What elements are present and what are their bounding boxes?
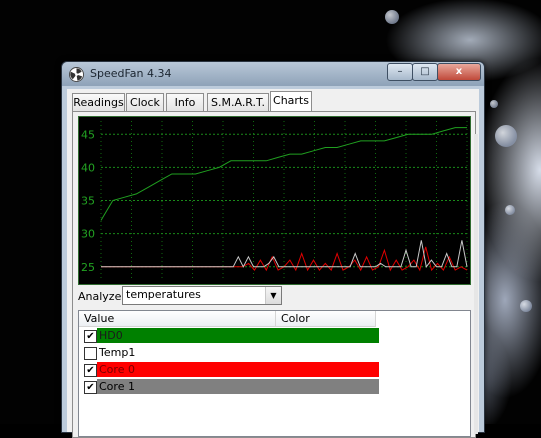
checkbox[interactable]: ✔	[84, 364, 97, 377]
window-client-area: Readings Clock Info S.M.A.R.T. Charts 45…	[67, 89, 479, 438]
tab-label: Clock	[130, 96, 160, 109]
charts-panel: 45 40 35 30 25 Analyze temperatures ▼ Value …	[72, 111, 476, 438]
y-tick-label: 30	[81, 228, 95, 241]
list-item[interactable]: Temp1	[79, 345, 470, 361]
tab-smart[interactable]: S.M.A.R.T.	[207, 93, 269, 112]
tab-label: Charts	[273, 94, 309, 107]
tab-label: Info	[174, 96, 196, 109]
fan-icon	[69, 67, 84, 82]
sensor-label: HD0	[97, 328, 379, 343]
tab-clock[interactable]: Clock	[126, 93, 164, 112]
minimize-icon: –	[397, 66, 403, 77]
column-label: Value	[84, 312, 115, 325]
list-item[interactable]: ✔ HD0	[79, 328, 470, 344]
list-header: Value Color	[79, 311, 470, 327]
analyze-label: Analyze	[78, 290, 122, 303]
list-item[interactable]: ✔ Core 0	[79, 362, 470, 378]
water-drop	[490, 100, 498, 108]
sensor-label: Core 0	[97, 362, 379, 377]
chart-canvas: 45 40 35 30 25	[81, 121, 468, 280]
tab-charts[interactable]: Charts	[270, 91, 312, 113]
window-edge	[474, 134, 478, 434]
title-bar[interactable]: SpeedFan 4.34 – □ x	[62, 62, 484, 86]
maximize-icon: □	[420, 66, 430, 77]
checkbox[interactable]: ✔	[84, 381, 97, 394]
column-header-value[interactable]: Value	[79, 311, 276, 327]
y-tick-label: 45	[81, 128, 95, 141]
tab-readings[interactable]: Readings	[72, 93, 125, 112]
y-tick-label: 40	[81, 161, 95, 174]
minimize-button[interactable]: –	[387, 63, 413, 81]
close-button[interactable]: x	[437, 63, 481, 81]
column-label: Color	[281, 312, 310, 325]
sensor-list: Value Color ✔ HD0 Temp1 ✔ Core 0 ✔ Core 1	[78, 310, 471, 437]
column-header-color[interactable]: Color	[276, 311, 376, 327]
y-tick-label: 25	[81, 261, 95, 274]
checkbox[interactable]: ✔	[84, 330, 97, 343]
temperature-chart: 45 40 35 30 25	[78, 116, 471, 285]
maximize-button[interactable]: □	[412, 63, 438, 81]
y-tick-label: 35	[81, 195, 95, 208]
water-drop	[505, 205, 515, 215]
sensor-label: Temp1	[97, 345, 379, 360]
water-drop	[495, 125, 517, 147]
speedfan-window: SpeedFan 4.34 – □ x Readings Clock Info …	[61, 61, 485, 438]
window-title: SpeedFan 4.34	[90, 67, 172, 80]
analyze-selected-value: temperatures	[126, 288, 201, 301]
chevron-down-icon[interactable]: ▼	[265, 287, 281, 304]
list-item[interactable]: ✔ Core 1	[79, 379, 470, 395]
water-drop	[385, 10, 399, 24]
water-drop	[520, 300, 532, 312]
checkbox[interactable]	[84, 347, 97, 360]
tab-label: S.M.A.R.T.	[211, 96, 265, 109]
close-icon: x	[455, 66, 463, 77]
sensor-label: Core 1	[97, 379, 379, 394]
tab-info[interactable]: Info	[166, 93, 204, 112]
analyze-dropdown[interactable]: temperatures ▼	[122, 286, 282, 305]
tab-label: Readings	[73, 96, 124, 109]
